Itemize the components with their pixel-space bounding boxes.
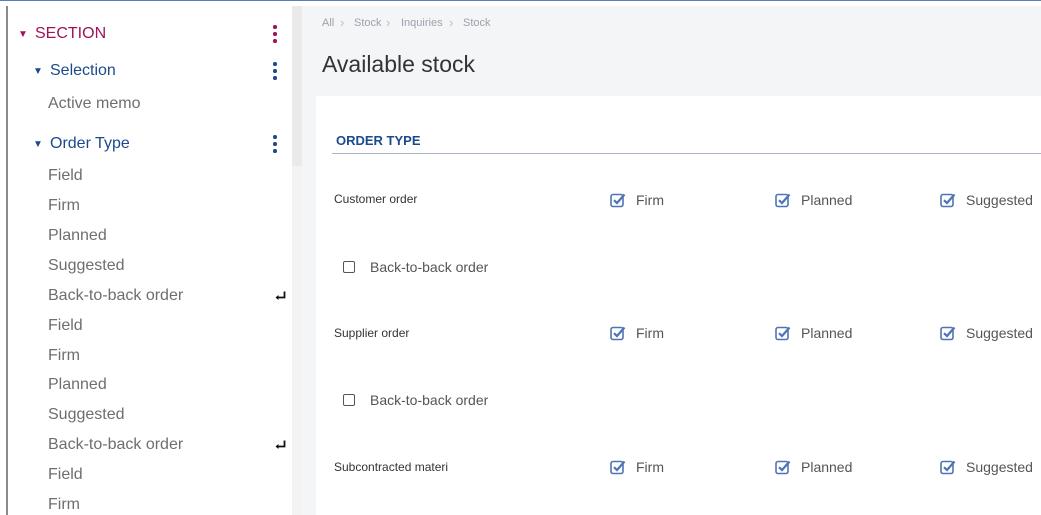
sidebar-item[interactable]: Suggested [8,401,292,429]
enter-icon [275,291,286,300]
chevron-right-icon: › [449,15,454,30]
sidebar-item[interactable]: Field [8,162,292,190]
field-label-supplier-order: Supplier order [334,326,410,340]
sidebar-scrollbar-track[interactable] [292,166,302,515]
chevron-right-icon: › [386,15,391,30]
checkbox-label: Firm [636,459,664,475]
checkbox-label: Suggested [966,192,1033,208]
sidebar-item-label: Field [48,466,83,483]
sidebar-item[interactable]: Field [8,461,292,489]
caret-down-icon[interactable]: ▼ [33,139,43,150]
sidebar-item[interactable]: Back-to-back order [8,282,292,310]
sidebar-item[interactable]: Planned [8,222,292,250]
sidebar-item-label: Suggested [48,257,125,274]
top-border [0,0,1041,5]
checkbox-label: Suggested [966,459,1033,475]
checkbox-checked-icon [775,326,791,341]
kebab-icon[interactable] [272,25,278,43]
sidebar-group-order-type[interactable]: ▼ Order Type [8,130,292,158]
supplier-suggested-checkbox[interactable]: Suggested [940,325,1033,341]
customer-firm-checkbox[interactable]: Firm [610,192,664,208]
sidebar-item[interactable]: Suggested [8,252,292,280]
kebab-icon[interactable] [272,62,278,80]
kebab-icon[interactable] [272,135,278,153]
customer-back-to-back-checkbox[interactable]: Back-to-back order [342,259,488,275]
sidebar-item-label: Firm [48,197,80,214]
subcontract-firm-checkbox[interactable]: Firm [610,459,664,475]
customer-suggested-checkbox[interactable]: Suggested [940,192,1033,208]
sidebar-group-label: Order Type [50,135,130,152]
order-type-panel: ORDER TYPE Customer order Firm Planned S… [316,96,1041,515]
supplier-back-to-back-checkbox[interactable]: Back-to-back order [342,392,488,408]
checkbox-label: Planned [801,192,853,208]
checkbox-checked-icon [940,326,956,341]
sidebar-item-label: Planned [48,227,107,244]
sidebar: ▼ SECTION ▼ Selection Active memo ▼ Orde… [8,6,292,515]
sidebar-group-label: Selection [50,62,116,79]
checkbox-label: Firm [636,325,664,341]
checkbox-label: Back-to-back order [370,259,489,275]
page-title: Available stock [322,51,475,77]
content-left-gutter [302,90,316,515]
customer-planned-checkbox[interactable]: Planned [775,192,852,208]
checkbox-label: Suggested [966,325,1033,341]
checkbox-checked-icon [940,460,956,475]
checkbox-checked-icon [610,193,626,208]
section-title: ORDER TYPE [336,133,421,148]
breadcrumb-current: Stock [463,17,491,29]
breadcrumb-all[interactable]: All [322,17,334,29]
checkbox-label: Planned [801,325,853,341]
breadcrumb-inquiries[interactable]: Inquiries [401,17,443,29]
sidebar-item-label: Back-to-back order [48,436,184,453]
supplier-firm-checkbox[interactable]: Firm [610,325,664,341]
section-divider [332,153,1041,154]
sidebar-item[interactable]: Back-to-back order [8,431,292,459]
sidebar-item-label: Suggested [48,406,125,423]
sidebar-scrollbar-thumb[interactable] [292,6,302,166]
supplier-planned-checkbox[interactable]: Planned [775,325,852,341]
sidebar-item-label: Firm [48,496,80,513]
sidebar-section-header[interactable]: ▼ SECTION [8,20,292,48]
subcontract-suggested-checkbox[interactable]: Suggested [940,459,1033,475]
checkbox-label: Back-to-back order [370,392,489,408]
page-header: Available stock [302,38,1041,90]
sidebar-item[interactable]: Firm [8,192,292,220]
checkbox-empty-icon [343,261,355,273]
checkbox-checked-icon [610,460,626,475]
breadcrumb-stock[interactable]: Stock [354,17,382,29]
chevron-right-icon: › [340,15,345,30]
subcontract-planned-checkbox[interactable]: Planned [775,459,852,475]
field-label-subcontracted-material: Subcontracted materi [334,460,449,474]
checkbox-checked-icon [940,193,956,208]
checkbox-label: Planned [801,459,853,475]
checkbox-empty-icon [343,394,355,406]
sidebar-item[interactable]: Field [8,312,292,340]
checkbox-label: Firm [636,192,664,208]
sidebar-item[interactable]: Firm [8,491,292,515]
sidebar-item[interactable]: Planned [8,371,292,399]
field-label-customer-order: Customer order [334,192,418,206]
sidebar-item-label: Planned [48,376,107,393]
caret-down-icon[interactable]: ▼ [33,66,43,77]
caret-down-icon[interactable]: ▼ [18,29,28,40]
sidebar-item-label: Field [48,317,83,334]
checkbox-checked-icon [610,326,626,341]
checkbox-checked-icon [775,460,791,475]
sidebar-item[interactable]: Firm [8,342,292,370]
breadcrumb: All › Stock › Inquiries › Stock [302,6,1041,38]
sidebar-section-label: SECTION [35,25,107,42]
checkbox-checked-icon [775,193,791,208]
sidebar-item-label: Firm [48,347,80,364]
sidebar-item-label: Back-to-back order [48,287,184,304]
enter-icon [275,440,286,449]
sidebar-group-selection[interactable]: ▼ Selection [8,57,292,85]
sidebar-item-active-memo[interactable]: Active memo [8,90,292,118]
sidebar-item-label: Active memo [48,95,141,112]
sidebar-item-label: Field [48,167,83,184]
